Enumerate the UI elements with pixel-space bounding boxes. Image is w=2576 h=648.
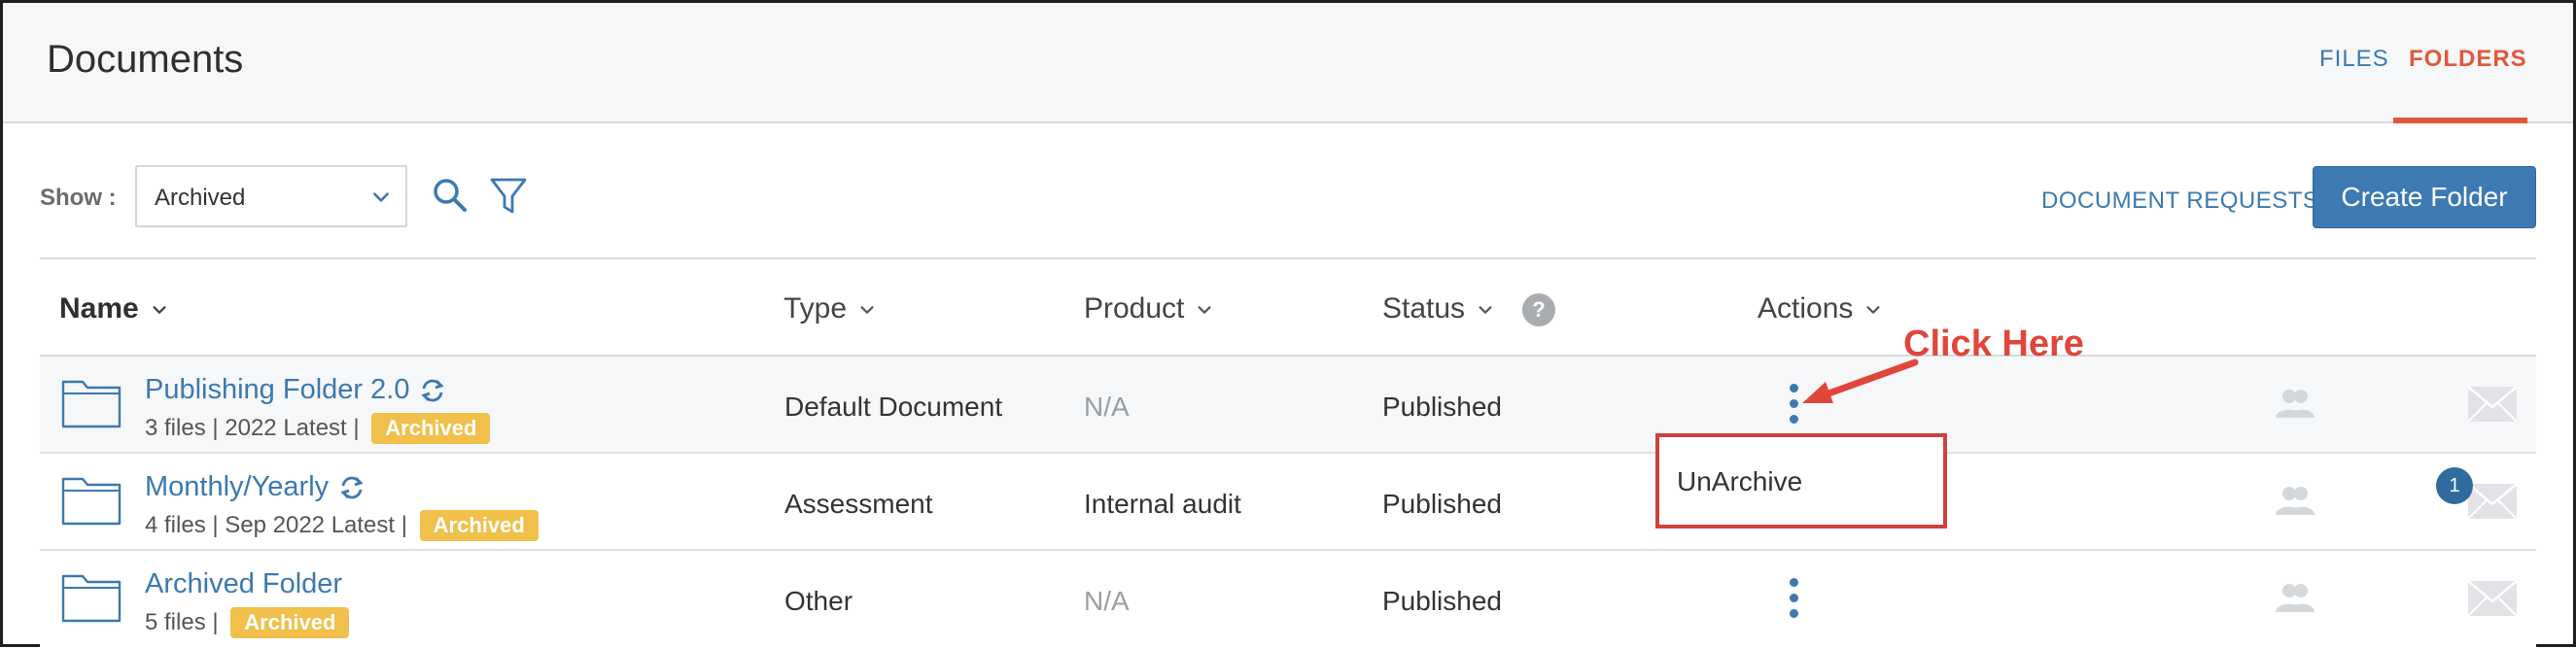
tab-files[interactable]: FILES: [2319, 46, 2389, 73]
sync-icon: [340, 476, 364, 499]
chevron-down-icon: [1866, 306, 1880, 314]
column-header-actions[interactable]: Actions: [1758, 292, 1882, 325]
folder-meta-text: 3 files | 2022 Latest |: [145, 415, 360, 441]
divider: [40, 257, 2536, 259]
folder-icon: [61, 574, 122, 623]
folder-meta: 3 files | 2022 Latest | Archived: [145, 413, 491, 444]
status-cell: Published: [1382, 489, 1502, 519]
folder-name-link[interactable]: Monthly/Yearly: [145, 471, 366, 503]
status-badge: Archived: [371, 413, 491, 444]
table-row: Archived Folder 5 files | Archived Other…: [40, 551, 2536, 648]
folder-meta-text: 5 files |: [145, 609, 219, 635]
column-header-status-label: Status: [1382, 292, 1466, 324]
chevron-down-icon: [373, 192, 389, 202]
mail-icon[interactable]: [2467, 580, 2518, 617]
product-cell: Internal audit: [1084, 489, 1241, 519]
users-icon[interactable]: [2274, 388, 2316, 419]
column-header-type[interactable]: Type: [783, 292, 876, 325]
chevron-down-icon: [153, 306, 166, 314]
folder-icon: [61, 477, 122, 526]
search-icon[interactable]: [431, 176, 470, 215]
column-header-name-label: Name: [59, 292, 139, 324]
status-cell: Published: [1382, 586, 1502, 616]
status-badge: Archived: [230, 607, 350, 638]
folder-name-link[interactable]: Archived Folder: [145, 568, 342, 600]
folder-icon: [61, 380, 122, 428]
annotation-arrow: [1802, 358, 1919, 403]
folder-name: Publishing Folder 2.0: [145, 374, 410, 405]
status-badge: Archived: [419, 510, 539, 541]
unarchive-menu-item[interactable]: UnArchive: [1677, 466, 1802, 497]
column-header-type-label: Type: [783, 292, 848, 324]
page-header: Documents FILES FOLDERS: [3, 3, 2573, 123]
sync-icon: [421, 379, 445, 402]
mail-icon[interactable]: [2467, 483, 2518, 520]
column-header-product[interactable]: Product: [1084, 292, 1213, 325]
status-cell: Published: [1382, 392, 1502, 422]
status-help-icon[interactable]: ?: [1522, 293, 1555, 326]
folder-name-link[interactable]: Publishing Folder 2.0: [145, 374, 446, 406]
column-header-product-label: Product: [1084, 292, 1185, 324]
type-cell: Assessment: [784, 489, 933, 519]
product-cell: N/A: [1084, 392, 1130, 422]
kebab-menu-icon[interactable]: [1790, 578, 1799, 621]
page-title: Documents: [47, 38, 244, 81]
column-header-status[interactable]: Status: [1382, 292, 1494, 325]
tab-folders[interactable]: FOLDERS: [2409, 46, 2527, 73]
message-count-badge: 1: [2436, 467, 2473, 504]
show-filter-select[interactable]: Archived: [135, 165, 407, 227]
annotation-label: Click Here: [1903, 324, 2084, 364]
action-menu-popup: UnArchive: [1655, 433, 1947, 529]
folder-name: Archived Folder: [145, 568, 343, 599]
type-cell: Other: [784, 586, 853, 616]
users-icon[interactable]: [2274, 485, 2316, 516]
chevron-down-icon: [1479, 306, 1492, 314]
column-header-name[interactable]: Name: [59, 292, 168, 325]
document-requests-link[interactable]: DOCUMENT REQUESTS: [2041, 188, 2318, 215]
create-folder-button[interactable]: Create Folder: [2313, 166, 2536, 228]
chevron-down-icon: [1198, 306, 1211, 314]
active-tab-indicator: [2393, 118, 2527, 123]
product-cell: N/A: [1084, 586, 1130, 616]
filter-icon[interactable]: [489, 176, 528, 217]
type-cell: Default Document: [784, 392, 1003, 422]
chevron-down-icon: [860, 306, 874, 314]
folder-meta: 4 files | Sep 2022 Latest | Archived: [145, 510, 539, 541]
column-header-actions-label: Actions: [1758, 292, 1854, 324]
app-window: Documents FILES FOLDERS Show : Archived …: [0, 0, 2576, 648]
folder-meta-text: 4 files | Sep 2022 Latest |: [145, 512, 407, 538]
folder-meta: 5 files | Archived: [145, 607, 350, 638]
table-row: Publishing Folder 2.0 3 files | 2022 Lat…: [40, 357, 2536, 454]
show-filter-value: Archived: [155, 185, 246, 211]
show-label: Show :: [40, 185, 117, 211]
folder-name: Monthly/Yearly: [145, 471, 330, 502]
users-icon[interactable]: [2274, 582, 2316, 613]
mail-icon[interactable]: [2467, 386, 2518, 423]
table-row: Monthly/Yearly 4 files | Sep 2022 Latest…: [40, 454, 2536, 551]
